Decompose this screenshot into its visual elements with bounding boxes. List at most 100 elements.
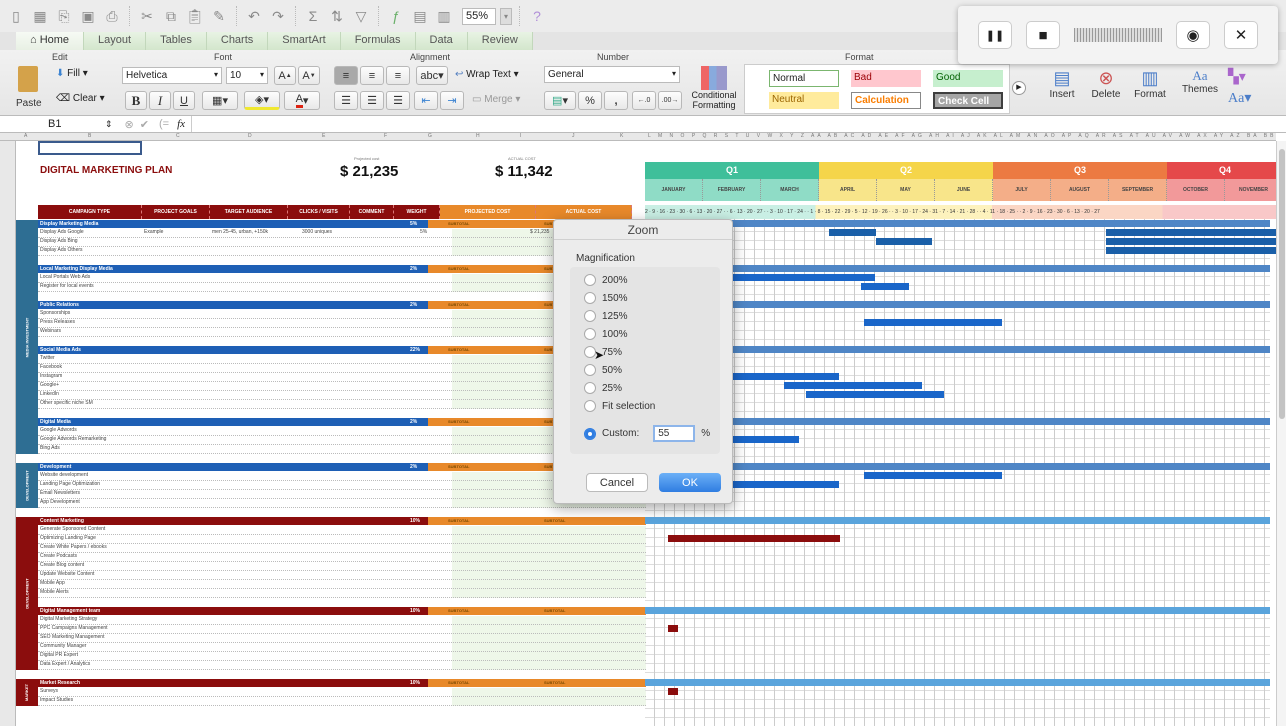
style-neutral[interactable]: Neutral [769, 92, 839, 109]
radio-50[interactable]: 50% [584, 364, 622, 376]
font-name-select[interactable]: Helvetica ▾ [122, 67, 222, 84]
formula-builder-icon[interactable]: ƒ [386, 6, 406, 26]
radio-100[interactable]: 100% [584, 328, 628, 340]
bold-button[interactable]: B [125, 91, 147, 110]
tab-review[interactable]: Review [467, 32, 533, 50]
tab-smartart[interactable]: SmartArt [268, 32, 341, 50]
gallery-icon[interactable]: ▥ [434, 6, 454, 26]
tab-home[interactable]: ⌂ Home [16, 32, 85, 50]
save-icon[interactable]: ▣ [78, 6, 98, 26]
style-normal[interactable]: Normal [769, 70, 839, 87]
table-row[interactable]: Create Blog content [38, 562, 646, 571]
pause-button[interactable]: ❚❚ [978, 21, 1012, 49]
clear-button[interactable]: ⌫ Clear ▾ [56, 93, 105, 104]
italic-button[interactable]: I [149, 91, 171, 110]
style-calculation[interactable]: Calculation [851, 92, 921, 109]
table-row[interactable]: Data Expert / Analytics [38, 661, 646, 670]
name-box[interactable]: B1 [0, 118, 105, 130]
table-row[interactable]: Create Podcasts [38, 553, 646, 562]
close-recorder-button[interactable]: ✕ [1224, 21, 1258, 49]
new-icon[interactable]: ▯ [6, 6, 26, 26]
style-bad[interactable]: Bad [851, 70, 921, 87]
delete-cells-button[interactable]: ⊗ Delete [1086, 68, 1126, 100]
tab-charts[interactable]: Charts [206, 32, 269, 50]
row-headers[interactable] [0, 141, 16, 726]
tab-layout[interactable]: Layout [84, 32, 147, 50]
formula-builder-toggle[interactable]: (= [159, 118, 169, 130]
filter-icon[interactable]: ▽ [351, 6, 371, 26]
table-row[interactable]: Mobile App [38, 580, 646, 589]
tab-tables[interactable]: Tables [146, 32, 207, 50]
autosum-icon[interactable]: Σ [303, 6, 323, 26]
stop-button[interactable]: ■ [1026, 21, 1060, 49]
zoom-dropdown-arrow[interactable]: ▾ [500, 7, 512, 25]
align-left-button[interactable]: ☰ [334, 91, 358, 110]
scroll-thumb[interactable] [1279, 149, 1285, 419]
camera-button[interactable]: ◉ [1176, 21, 1210, 49]
radio-150[interactable]: 150% [584, 292, 628, 304]
format-cells-button[interactable]: ▥ Format [1130, 68, 1170, 100]
undo-icon[interactable]: ↶ [244, 6, 264, 26]
table-row[interactable]: Digital Marketing Strategy [38, 616, 646, 625]
percent-button[interactable]: % [578, 91, 602, 110]
table-row[interactable]: Impact Studies [38, 697, 646, 706]
style-good[interactable]: Good [933, 70, 1003, 87]
themes-button[interactable]: Aa Themes [1180, 68, 1220, 95]
help-icon[interactable]: ? [527, 6, 547, 26]
cut-icon[interactable]: ✂ [137, 6, 157, 26]
theme-fonts-button[interactable]: Aa▾ [1228, 90, 1251, 107]
paste-icon[interactable]: 📋︎ [185, 6, 205, 26]
table-row[interactable]: Generate Sponsored Content [38, 526, 646, 535]
show-hide-icon[interactable]: ▤ [410, 6, 430, 26]
sort-icon[interactable]: ⇅ [327, 6, 347, 26]
table-row[interactable]: Community Manager [38, 643, 646, 652]
cancel-icon[interactable]: ⊗ [125, 118, 134, 131]
align-top-button[interactable]: ≡ [334, 66, 358, 85]
align-center-button[interactable]: ☰ [360, 91, 384, 110]
number-format-select[interactable]: General ▾ [544, 66, 680, 83]
borders-button[interactable]: ▦ ▾ [202, 91, 238, 110]
templates-icon[interactable]: ▦ [30, 6, 50, 26]
redo-icon[interactable]: ↷ [268, 6, 288, 26]
styles-more-button[interactable]: ▶ [1012, 81, 1026, 95]
insert-cells-button[interactable]: ▤ Insert [1042, 68, 1082, 100]
increase-decimal-button[interactable]: ←.0 [632, 91, 656, 110]
table-row[interactable]: Optimizing Landing Page [38, 535, 646, 544]
section-header-row[interactable]: Content Marketing 10% SUBTOTAL SUBTOTAL [38, 517, 646, 525]
style-check-cell[interactable]: Check Cell [933, 92, 1003, 109]
currency-button[interactable]: ▤ ▾ [544, 91, 576, 110]
name-box-stepper[interactable]: ⇕ [105, 119, 113, 130]
table-row[interactable]: Digital PR Expert [38, 652, 646, 661]
custom-zoom-input[interactable]: 55 [653, 425, 696, 442]
table-row[interactable]: Create White Papers / ebooks [38, 544, 646, 553]
conditional-formatting-button[interactable]: Conditional Formatting [688, 66, 740, 114]
radio-fit-selection[interactable]: Fit selection [584, 400, 655, 412]
align-right-button[interactable]: ☰ [386, 91, 410, 110]
merge-button[interactable]: ▭ Merge ▾ [472, 94, 520, 105]
fx-icon[interactable]: fx [177, 118, 185, 130]
column-headers[interactable]: ABCDEFGHIJK L M N O P Q R S T U V W X Y … [0, 133, 1276, 141]
paste-button[interactable]: Paste [10, 66, 46, 112]
fill-color-button[interactable]: ◈ ▾ [244, 91, 280, 110]
theme-colors-button[interactable]: ▚▾ [1228, 68, 1246, 85]
table-row[interactable]: SEO Marketing Management [38, 634, 646, 643]
font-color-button[interactable]: A ▾ [284, 91, 320, 110]
table-row[interactable]: Update Website Content [38, 571, 646, 580]
confirm-icon[interactable]: ✔ [140, 118, 149, 131]
radio-custom[interactable]: Custom: 55 % [584, 425, 710, 442]
wrap-text-button[interactable]: ↩ Wrap Text ▾ [455, 69, 519, 80]
tab-formulas[interactable]: Formulas [340, 32, 416, 50]
tab-data[interactable]: Data [415, 32, 468, 50]
ok-button[interactable]: OK [659, 473, 721, 492]
text-orientation-button[interactable]: abc ▾ [416, 66, 448, 85]
table-row[interactable]: PPC Campaigns Management [38, 625, 646, 634]
radio-200[interactable]: 200% [584, 274, 628, 286]
table-row[interactable]: Surveys [38, 688, 646, 697]
underline-button[interactable]: U [173, 91, 195, 110]
copy-icon[interactable]: ⧉ [161, 6, 181, 26]
decrease-decimal-button[interactable]: .00→ [658, 91, 682, 110]
increase-indent-button[interactable]: ⇥ [440, 91, 464, 110]
vertical-scrollbar[interactable] [1276, 141, 1286, 726]
radio-125[interactable]: 125% [584, 310, 628, 322]
decrease-indent-button[interactable]: ⇤ [414, 91, 438, 110]
